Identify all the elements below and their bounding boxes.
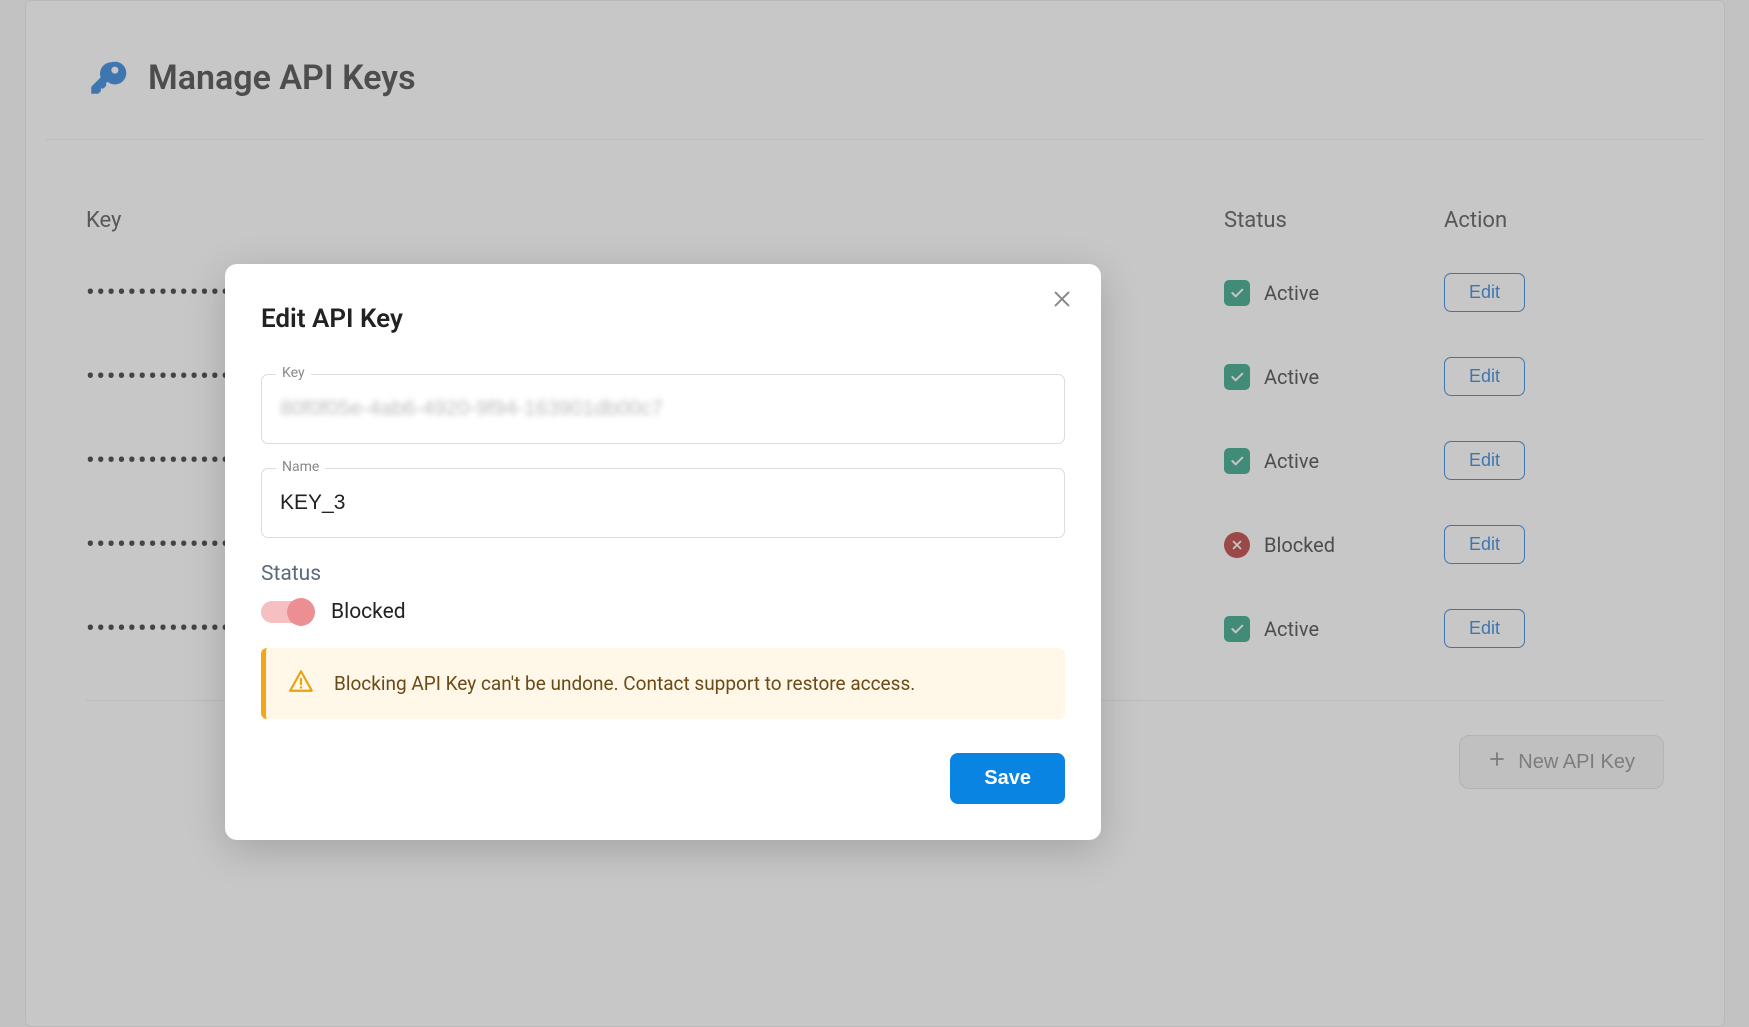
key-field: Key: [261, 374, 1065, 444]
edit-api-key-modal: Edit API Key Key Name Status Blocked Blo…: [225, 264, 1101, 840]
modal-title: Edit API Key: [261, 304, 1065, 334]
name-field: Name: [261, 468, 1065, 538]
key-input: [262, 375, 1064, 443]
save-button[interactable]: Save: [950, 753, 1065, 804]
warning-icon: [288, 668, 314, 699]
close-icon[interactable]: [1051, 288, 1073, 310]
status-toggle-label: Blocked: [331, 600, 406, 624]
blocking-warning: Blocking API Key can't be undone. Contac…: [261, 648, 1065, 719]
status-toggle-row: Blocked: [261, 600, 1065, 624]
name-field-label: Name: [276, 459, 325, 475]
warning-text: Blocking API Key can't be undone. Contac…: [334, 672, 915, 695]
name-input[interactable]: [262, 469, 1064, 537]
modal-footer: Save: [261, 753, 1065, 804]
status-toggle[interactable]: [261, 601, 313, 623]
status-section-label: Status: [261, 562, 1065, 586]
